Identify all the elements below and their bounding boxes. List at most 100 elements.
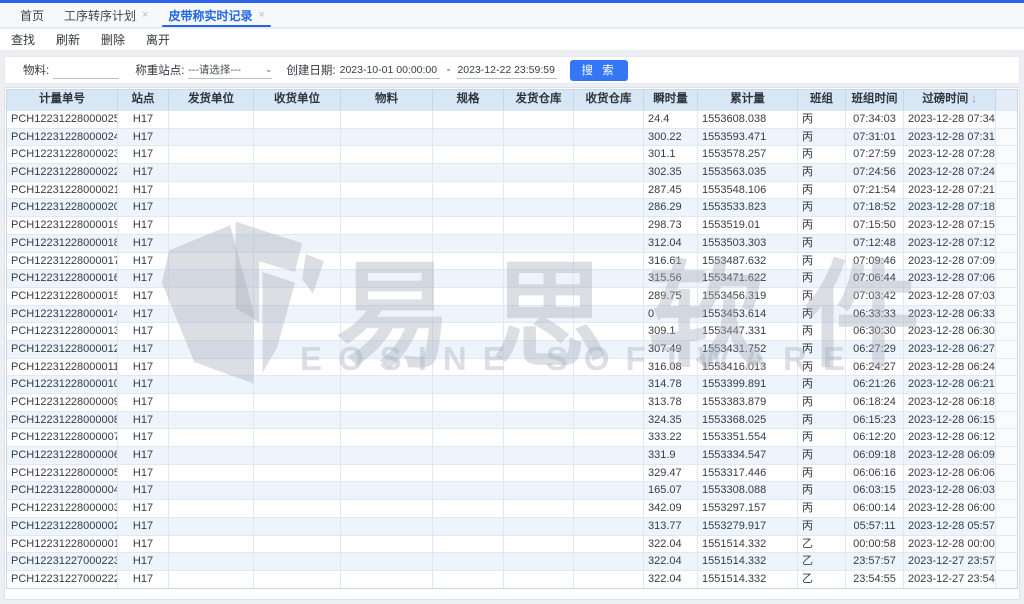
tab-process-transfer-plan[interactable]: 工序转序计划 × [54,3,158,27]
refresh-button[interactable]: 刷新 [56,31,80,48]
table-cell [504,323,574,340]
table-cell [504,359,574,376]
station-select[interactable]: ---请选择--- ⌄ [188,62,272,79]
table-cell: 07:15:50 [846,217,904,234]
material-input[interactable] [53,62,119,79]
row-filler [996,465,1017,482]
table-cell [169,217,254,234]
records-table: 计量单号站点发货单位收货单位物料规格发货仓库收货仓库瞬时量累计量班组班组时间过磅… [6,89,1018,589]
table-cell: 2023-12-28 06:00 [904,500,996,517]
table-row[interactable]: PCH12231228000015H17289.751553456.319丙07… [7,287,1017,305]
table-row[interactable]: PCH12231228000012H17307.491553431.752丙06… [7,340,1017,358]
table-row[interactable]: PCH12231228000003H17342.091553297.157丙06… [7,499,1017,517]
table-cell: 1553519.01 [698,217,798,234]
date-from-input[interactable] [340,62,440,79]
table-cell: 2023-12-28 00:00 [904,536,996,553]
table-row[interactable]: PCH12231227000222H17322.041551514.332乙23… [7,570,1017,588]
table-row[interactable]: PCH12231228000022H17302.351553563.035丙07… [7,163,1017,181]
table-cell: 07:34:03 [846,111,904,128]
table-cell [341,164,433,181]
close-icon[interactable]: × [258,9,264,21]
column-header[interactable]: 瞬时量 [644,90,698,110]
column-header[interactable]: 物料 [341,90,433,110]
tab-belt-scale-realtime-record[interactable]: 皮带称实时记录 × [158,3,274,27]
table-row[interactable]: PCH12231228000011H17316.081553416.013丙06… [7,358,1017,376]
table-cell: 2023-12-28 05:57 [904,518,996,535]
table-cell [504,536,574,553]
column-header[interactable]: 计量单号 [7,90,118,110]
table-row[interactable]: PCH12231228000014H1701553453.614丙06:33:3… [7,305,1017,323]
table-row[interactable]: PCH12231228000021H17287.451553548.106丙07… [7,181,1017,199]
table-cell [433,129,504,146]
table-cell [574,164,644,181]
table-cell [169,164,254,181]
table-row[interactable]: PCH12231228000016H17315.561553471.622丙07… [7,269,1017,287]
table-row[interactable]: PCH12231227000223H17322.041551514.332乙23… [7,552,1017,570]
table-row[interactable]: PCH12231228000009H17313.781553383.879丙06… [7,393,1017,411]
table-cell: PCH12231228000013 [7,323,118,340]
column-header[interactable]: 站点 [118,90,169,110]
table-row[interactable]: PCH12231228000004H17165.071553308.088丙06… [7,481,1017,499]
table-row[interactable]: PCH12231228000018H17312.041553503.303丙07… [7,234,1017,252]
column-header[interactable]: 班组 [798,90,846,110]
table-cell [169,288,254,305]
table-cell [574,571,644,588]
table-cell [433,182,504,199]
table-cell [341,253,433,270]
table-row[interactable]: PCH12231228000008H17324.351553368.025丙06… [7,411,1017,429]
column-header[interactable]: 累计量 [698,90,798,110]
table-row[interactable]: PCH12231228000006H17331.91553334.547丙06:… [7,446,1017,464]
table-cell: H17 [118,465,169,482]
search-button[interactable]: 搜 索 [570,60,627,81]
date-to-input[interactable] [457,62,557,79]
table-cell: PCH12231228000001 [7,536,118,553]
column-header[interactable]: 班组时间 [846,90,904,110]
delete-button[interactable]: 删除 [101,31,125,48]
table-cell [574,182,644,199]
sort-desc-icon[interactable]: ↓ [968,93,977,105]
row-filler [996,306,1017,323]
table-row[interactable]: PCH12231228000025H1724.41553608.038丙07:3… [7,110,1017,128]
table-row[interactable]: PCH12231228000001H17322.041551514.332乙00… [7,535,1017,553]
table-cell: H17 [118,518,169,535]
table-cell: 24.4 [644,111,698,128]
table-row[interactable]: PCH12231228000007H17333.221553351.554丙06… [7,428,1017,446]
close-icon[interactable]: × [142,9,148,21]
table-row[interactable]: PCH12231228000019H17298.731553519.01丙07:… [7,216,1017,234]
table-cell: 2023-12-28 06:21 [904,376,996,393]
column-header[interactable]: 收货仓库 [574,90,644,110]
table-cell [254,376,341,393]
table-cell: H17 [118,394,169,411]
table-row[interactable]: PCH12231228000023H17301.11553578.257丙07:… [7,145,1017,163]
table-cell: 2023-12-28 06:15 [904,412,996,429]
table-row[interactable]: PCH12231228000020H17286.291553533.823丙07… [7,198,1017,216]
table-cell: PCH12231228000003 [7,500,118,517]
table-cell: 2023-12-28 06:33 [904,306,996,323]
table-cell: 06:21:26 [846,376,904,393]
column-header[interactable]: 发货单位 [169,90,254,110]
column-header[interactable]: 规格 [433,90,504,110]
row-filler [996,553,1017,570]
table-cell [504,146,574,163]
table-cell [341,536,433,553]
table-row[interactable]: PCH12231228000017H17316.611553487.632丙07… [7,252,1017,270]
column-header[interactable]: 发货仓库 [504,90,574,110]
table-cell [574,376,644,393]
column-header[interactable]: 收货单位 [254,90,341,110]
table-cell: 1551514.332 [698,553,798,570]
row-filler [996,429,1017,446]
table-row[interactable]: PCH12231228000010H17314.781553399.891丙06… [7,375,1017,393]
find-button[interactable]: 查找 [11,31,35,48]
table-cell [254,500,341,517]
leave-button[interactable]: 离开 [146,31,170,48]
table-row[interactable]: PCH12231228000002H17313.771553279.917丙05… [7,517,1017,535]
tab-home[interactable]: 首页 [10,3,54,27]
table-row[interactable]: PCH12231228000024H17300.221553593.471丙07… [7,128,1017,146]
table-cell [433,482,504,499]
table-cell [169,341,254,358]
column-header[interactable]: 过磅时间 ↓ [904,90,996,110]
table-cell: 07:12:48 [846,235,904,252]
table-row[interactable]: PCH12231228000005H17329.471553317.446丙06… [7,464,1017,482]
table-cell: H17 [118,111,169,128]
table-row[interactable]: PCH12231228000013H17309.11553447.331丙06:… [7,322,1017,340]
